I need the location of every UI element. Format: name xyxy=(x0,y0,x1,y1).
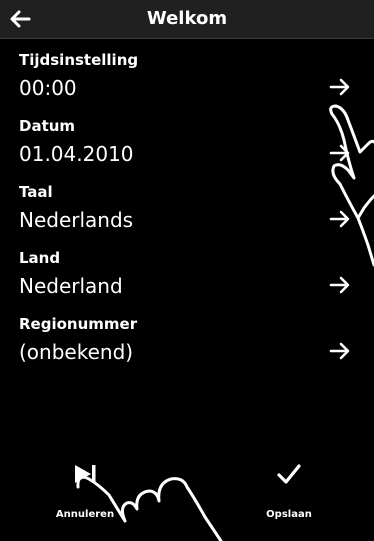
arrow-right-icon xyxy=(329,210,350,228)
setting-label: Land xyxy=(19,249,61,267)
arrow-right-icon xyxy=(329,144,350,162)
setting-value: (onbekend) xyxy=(19,340,134,364)
save-button[interactable]: Opslaan xyxy=(224,445,354,535)
cancel-label: Annuleren xyxy=(55,509,115,520)
setting-country[interactable]: Land Nederland xyxy=(0,247,374,313)
setting-language[interactable]: Taal Nederlands xyxy=(0,181,374,247)
skip-next-icon xyxy=(75,465,96,483)
setting-label: Datum xyxy=(19,117,76,135)
setting-value: Nederlands xyxy=(19,208,134,232)
settings-list: Tijdsinstelling 00:00 Datum 01.04.2010 T… xyxy=(0,49,374,379)
setting-label: Taal xyxy=(19,183,53,201)
setting-label: Tijdsinstelling xyxy=(19,51,139,69)
page-title: Welkom xyxy=(146,8,228,29)
setting-date[interactable]: Datum 01.04.2010 xyxy=(0,115,374,181)
setting-value: Nederland xyxy=(19,274,123,298)
title-bar: Welkom xyxy=(0,0,374,39)
save-label: Opslaan xyxy=(266,509,312,520)
checkmark-icon xyxy=(277,464,301,484)
setting-value: 00:00 xyxy=(19,76,77,100)
cancel-button[interactable]: Annuleren xyxy=(20,445,150,535)
arrow-right-icon xyxy=(329,78,350,96)
setting-label: Regionummer xyxy=(19,315,138,333)
arrow-right-icon xyxy=(329,276,350,294)
arrow-right-icon xyxy=(329,342,350,360)
footer-bar: Annuleren Opslaan xyxy=(0,445,374,541)
setting-time[interactable]: Tijdsinstelling 00:00 xyxy=(0,49,374,115)
setting-area-code[interactable]: Regionummer (onbekend) xyxy=(0,313,374,379)
setting-value: 01.04.2010 xyxy=(19,142,134,166)
